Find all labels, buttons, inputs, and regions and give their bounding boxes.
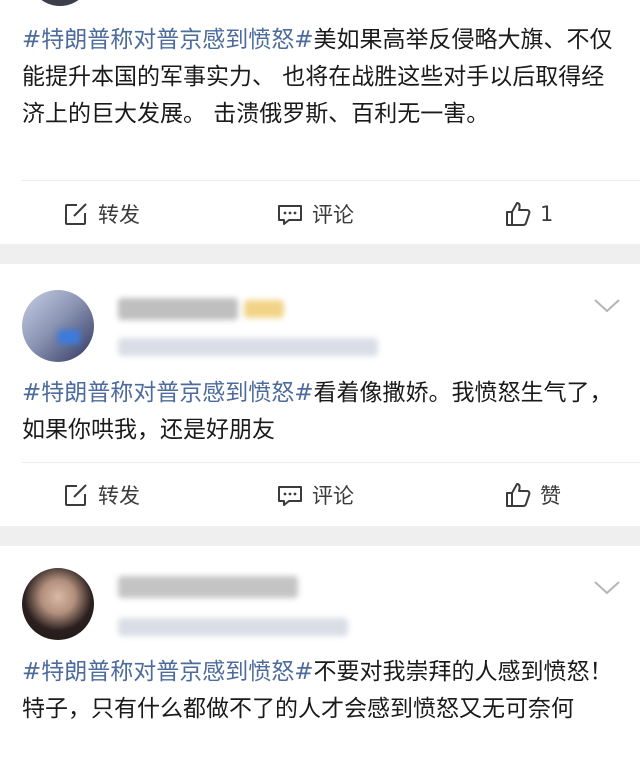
comment-button[interactable]: 评论 [276, 189, 354, 239]
thumbs-up-icon [506, 202, 531, 226]
comment-button[interactable]: 评论 [276, 470, 354, 520]
action-bar: 转发 评论 赞 [0, 470, 640, 520]
hashtag-link[interactable]: #特朗普称对普京感到愤怒# [22, 380, 314, 406]
like-button[interactable]: 赞 [504, 470, 561, 520]
comment-label: 评论 [312, 203, 354, 227]
avatar[interactable] [30, 0, 90, 6]
username-redacted[interactable] [118, 298, 238, 320]
post-text: #特朗普称对普京感到愤怒#不要对我崇拜的人感到愤怒！特子，只有什么都做不了的人才… [22, 654, 622, 728]
meta-redacted [118, 338, 378, 356]
divider [22, 462, 640, 463]
divider [22, 180, 640, 181]
comment-bubble-icon [278, 486, 302, 506]
post-card-2[interactable]: #特朗普称对普京感到愤怒#看着像撒娇。我愤怒生气了，如果你哄我，还是好朋友 转发… [0, 264, 640, 526]
like-count: 1 [540, 202, 554, 226]
comment-bubble-icon [278, 205, 302, 225]
badge-redacted [244, 300, 284, 318]
edit-forward-icon [65, 484, 87, 506]
chevron-down-icon[interactable] [592, 296, 622, 316]
post-text: #特朗普称对普京感到愤怒#看着像撒娇。我愤怒生气了，如果你哄我，还是好朋友 [22, 375, 622, 449]
forward-label: 转发 [98, 484, 140, 508]
chevron-down-icon[interactable] [592, 578, 622, 598]
like-button[interactable]: 1 [504, 189, 553, 239]
avatar[interactable] [22, 290, 94, 362]
action-bar: 转发 评论 1 [0, 189, 640, 239]
post-card-1[interactable]: #特朗普称对普京感到愤怒#美如果高举反侵略大旗、不仅能提升本国的军事实力、 也将… [0, 0, 640, 244]
avatar[interactable] [22, 568, 94, 640]
hashtag-link[interactable]: #特朗普称对普京感到愤怒# [22, 27, 314, 53]
hashtag-link[interactable]: #特朗普称对普京感到愤怒# [22, 659, 314, 685]
forward-button[interactable]: 转发 [62, 189, 140, 239]
meta-redacted [118, 618, 348, 636]
post-card-3[interactable]: #特朗普称对普京感到愤怒#不要对我崇拜的人感到愤怒！特子，只有什么都做不了的人才… [0, 546, 640, 776]
like-label: 赞 [540, 484, 561, 508]
post-text: #特朗普称对普京感到愤怒#美如果高举反侵略大旗、不仅能提升本国的军事实力、 也将… [22, 22, 622, 133]
comment-label: 评论 [312, 484, 354, 508]
thumbs-up-icon [506, 483, 531, 507]
username-redacted[interactable] [118, 576, 298, 598]
edit-forward-icon [65, 203, 87, 225]
forward-button[interactable]: 转发 [62, 470, 140, 520]
forward-label: 转发 [98, 203, 140, 227]
